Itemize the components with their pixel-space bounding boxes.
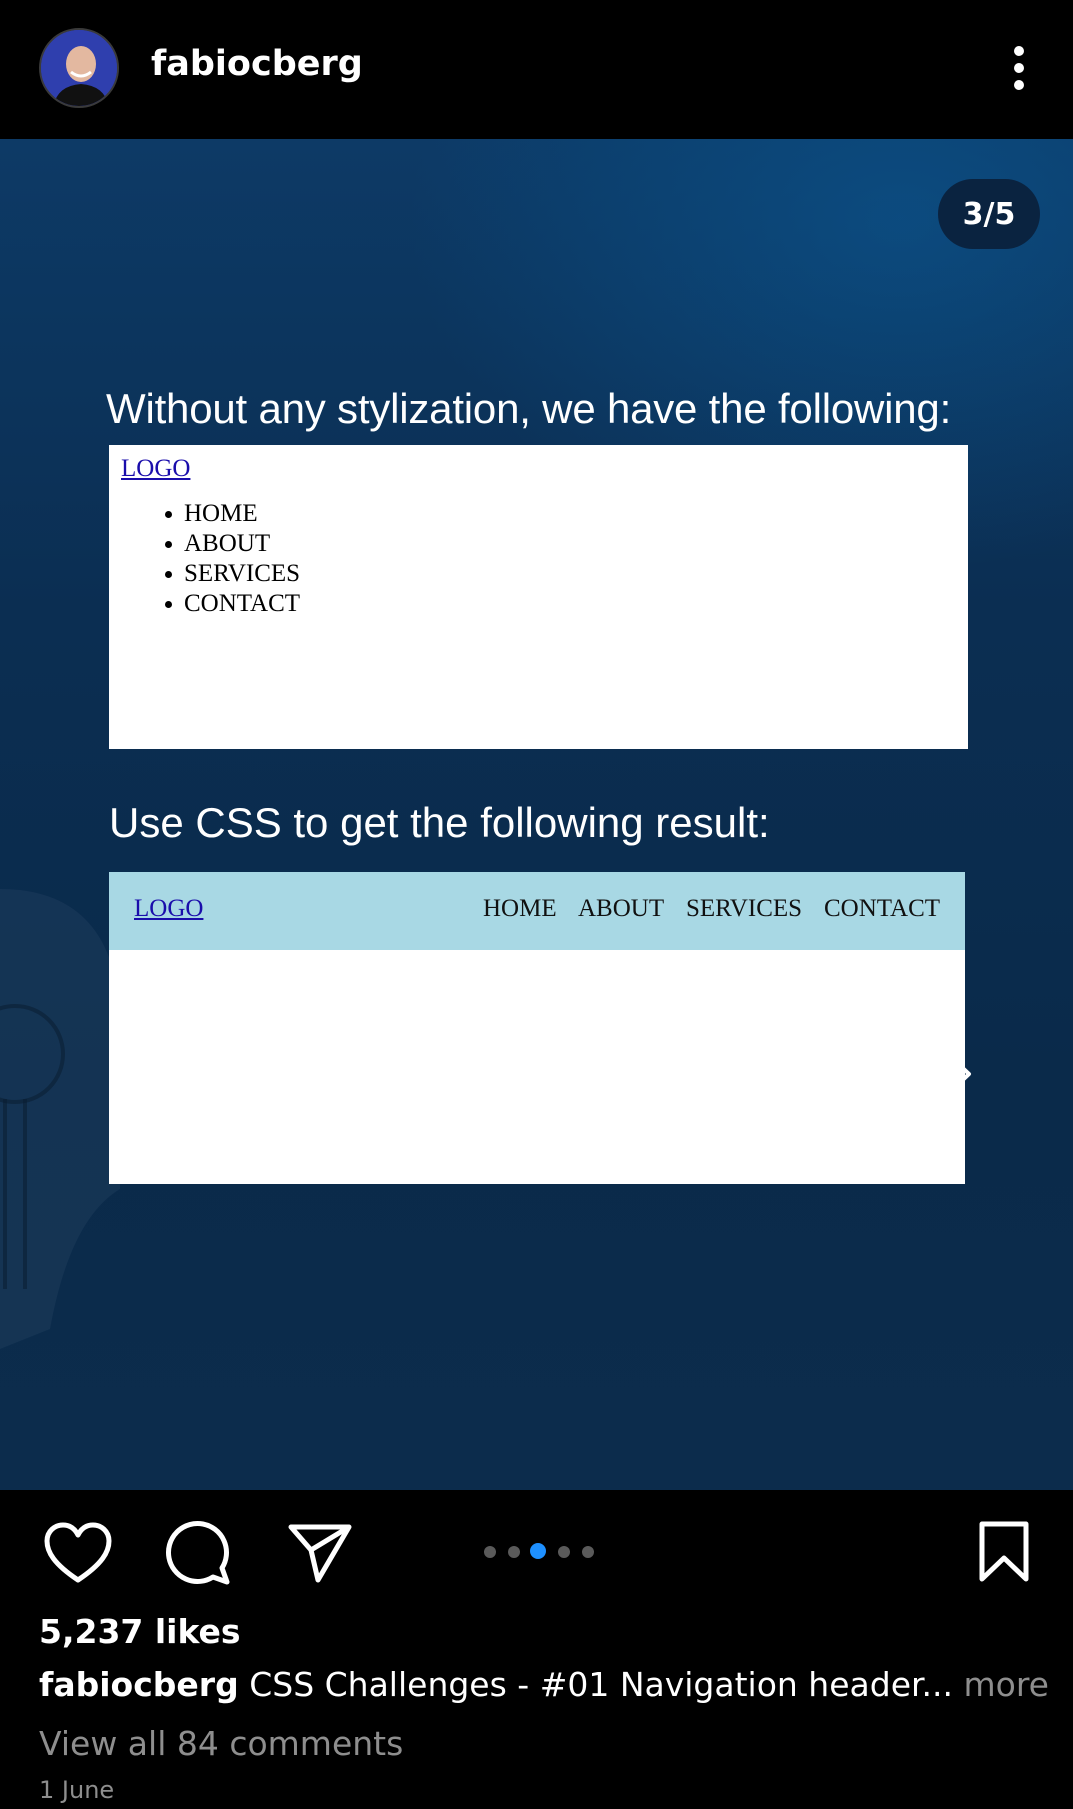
unstyled-logo-link: LOGO xyxy=(121,455,191,482)
likes-count[interactable]: 5,237 likes xyxy=(39,1612,241,1651)
carousel-dot xyxy=(508,1546,520,1558)
instruction-text: Use CSS to get the following result: xyxy=(109,799,770,846)
styled-logo-link: LOGO xyxy=(134,895,204,922)
carousel-indicator xyxy=(484,1543,594,1559)
unstyled-nav-item: CONTACT xyxy=(164,590,301,617)
unstyled-preview: LOGO HOME ABOUT SERVICES CONTACT xyxy=(109,445,968,749)
post-date: 1 June xyxy=(39,1776,115,1804)
carousel-slide[interactable]: 3/5 Without any stylization, we have the… xyxy=(0,139,1073,1490)
send-icon[interactable] xyxy=(287,1522,353,1584)
unstyled-nav-item: HOME xyxy=(164,499,300,529)
carousel-counter: 3/5 xyxy=(938,179,1040,249)
post-caption: fabiocberg CSS Challenges - #01 Navigati… xyxy=(39,1665,1049,1704)
comment-icon[interactable] xyxy=(165,1520,231,1586)
username[interactable]: fabiocberg xyxy=(151,44,363,84)
styled-nav-about: ABOUT xyxy=(578,895,665,922)
arrow-right-icon xyxy=(872,1054,971,1094)
caption-username[interactable]: fabiocberg xyxy=(39,1665,239,1704)
styled-preview: LOGO HOME ABOUT SERVICES CONTACT xyxy=(109,872,965,1184)
unstyled-nav-item: ABOUT xyxy=(164,529,300,559)
styled-nav-contact: CONTACT xyxy=(824,895,941,922)
profile-avatar[interactable] xyxy=(39,28,119,108)
styled-nav-home: HOME xyxy=(483,895,557,922)
styled-nav-services: SERVICES xyxy=(686,895,803,922)
unstyled-nav-list: HOME ABOUT SERVICES CONTACT xyxy=(164,499,301,619)
caption-more-link[interactable]: more xyxy=(964,1665,1049,1704)
carousel-dot xyxy=(558,1546,570,1558)
styled-navbar: LOGO HOME ABOUT SERVICES CONTACT xyxy=(109,872,965,950)
post-header: fabiocberg xyxy=(0,0,1073,139)
avatar-photo xyxy=(41,30,117,106)
heart-icon[interactable] xyxy=(44,1522,112,1584)
carousel-dot xyxy=(484,1546,496,1558)
caption-text: CSS Challenges - #01 Navigation header..… xyxy=(249,1665,953,1704)
unstyled-nav-item: SERVICES xyxy=(164,560,301,587)
carousel-dot xyxy=(582,1546,594,1558)
intro-text: Without any stylization, we have the fol… xyxy=(106,385,952,432)
carousel-dot-active xyxy=(530,1543,546,1559)
view-comments-link[interactable]: View all 84 comments xyxy=(39,1724,403,1763)
more-vertical-icon[interactable] xyxy=(1000,44,1038,92)
bookmark-icon[interactable] xyxy=(978,1520,1030,1584)
